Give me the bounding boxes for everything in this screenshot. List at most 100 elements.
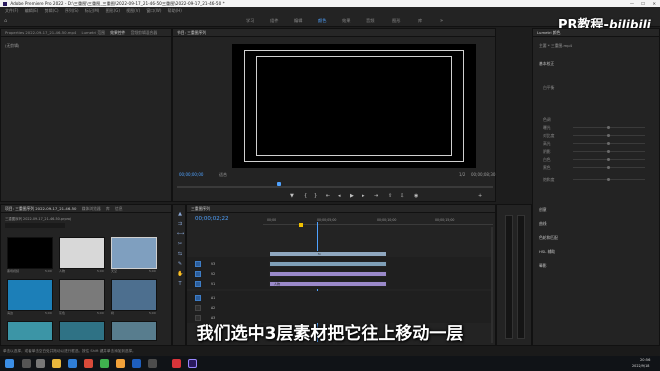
timeline-ruler[interactable] [263, 224, 493, 225]
project-item-thumb[interactable] [7, 321, 53, 341]
close-button[interactable]: ✕ [652, 0, 656, 7]
playhead-marker[interactable] [277, 182, 281, 186]
track-target-toggle[interactable] [195, 305, 201, 311]
track-target-toggle[interactable] [195, 271, 201, 277]
menu-item-sequence[interactable]: 序列(S) [65, 8, 79, 13]
search-icon[interactable] [22, 359, 31, 368]
mark-in-icon[interactable]: { [304, 193, 307, 199]
start-icon[interactable] [5, 359, 14, 368]
project-item-thumb[interactable] [7, 237, 53, 269]
step-back-icon[interactable]: ◂ [338, 193, 341, 199]
section-color-wheels[interactable]: 色轮和匹配 [539, 235, 558, 241]
fit-dropdown[interactable]: 适合 [219, 172, 227, 178]
pen-tool-icon[interactable]: ✎ [177, 261, 183, 267]
workspace-tab-audio[interactable]: 音频 [366, 18, 374, 24]
app-icon[interactable] [100, 359, 109, 368]
go-to-out-icon[interactable]: ⇥ [374, 193, 378, 199]
tab-program[interactable]: 节目: 三重图序列 [177, 30, 206, 35]
track-target-toggle[interactable] [195, 295, 201, 301]
app-icon[interactable] [148, 359, 157, 368]
step-forward-icon[interactable]: ▸ [362, 193, 365, 199]
clip-v2-selected[interactable] [269, 261, 387, 267]
maximize-button[interactable]: ☐ [641, 0, 645, 7]
lumetri-clip-label[interactable]: 主要 * 三重图.mp4 [539, 43, 572, 49]
workspace-tab-learn[interactable]: 学习 [246, 18, 254, 24]
mark-out-icon[interactable]: } [314, 193, 317, 199]
playhead-scrubber[interactable] [177, 186, 493, 188]
tab-sequence[interactable]: 三重图序列 [191, 206, 210, 211]
menu-item-edit[interactable]: 编辑(E) [25, 8, 39, 13]
add-button-icon[interactable]: + [478, 193, 482, 199]
tab-media-browser[interactable]: 媒体浏览器 [82, 206, 101, 211]
workspace-tab-graphics[interactable]: 图形 [392, 18, 400, 24]
tab-lumetri-scopes[interactable]: Lumetri 范围 [82, 30, 105, 35]
app-icon[interactable] [172, 359, 181, 368]
hand-tool-icon[interactable]: ✋ [177, 271, 183, 277]
highlights-knob[interactable] [607, 142, 610, 145]
minimize-button[interactable]: — [630, 0, 634, 7]
export-frame-icon[interactable]: ◉ [414, 193, 418, 199]
clip-v3-selected[interactable]: fx [269, 251, 387, 257]
project-item-thumb[interactable] [111, 237, 157, 269]
timeline-timecode[interactable]: 00;00;02;22 [195, 216, 229, 222]
track-target-toggle[interactable] [195, 281, 201, 287]
project-search-input[interactable] [5, 223, 65, 228]
blacks-knob[interactable] [607, 166, 610, 169]
workspace-tab-assembly[interactable]: 组件 [270, 18, 278, 24]
contrast-knob[interactable] [607, 134, 610, 137]
app-icon[interactable] [132, 359, 141, 368]
workspace-tab-libraries[interactable]: 库 [418, 18, 422, 24]
resolution-dropdown[interactable]: 1/2 [459, 172, 465, 177]
project-item-thumb[interactable] [59, 237, 105, 269]
saturation-knob[interactable] [607, 178, 610, 181]
menu-item-window[interactable]: 窗口(W) [146, 8, 161, 13]
workspace-menu-icon[interactable]: » [440, 18, 443, 24]
tab-libraries[interactable]: 库 [106, 206, 110, 211]
work-area-marker[interactable] [299, 223, 303, 227]
go-to-in-icon[interactable]: ⇤ [326, 193, 330, 199]
project-item-thumb[interactable] [59, 321, 105, 341]
tab-properties[interactable]: Properties 2022-09-17_21-46-50.mp4 [5, 30, 76, 35]
menu-item-view[interactable]: 视图(V) [126, 8, 140, 13]
type-tool-icon[interactable]: T [177, 281, 183, 287]
project-item-thumb[interactable] [111, 279, 157, 311]
browser-icon[interactable] [68, 359, 77, 368]
whites-knob[interactable] [607, 158, 610, 161]
menu-item-file[interactable]: 文件(F) [5, 8, 18, 13]
premiere-pro-icon[interactable] [188, 359, 197, 368]
section-creative[interactable]: 创意 [539, 207, 547, 213]
lift-icon[interactable]: ⇪ [388, 193, 392, 199]
workspace-tab-edit[interactable]: 编辑 [294, 18, 302, 24]
menu-item-help[interactable]: 帮助(H) [168, 8, 182, 13]
tab-lumetri-color[interactable]: Lumetri 颜色 [537, 30, 560, 35]
menu-item-graphics[interactable]: 图形(G) [106, 8, 120, 13]
home-icon[interactable]: ⌂ [4, 18, 7, 24]
section-vignette[interactable]: 晕影 [539, 263, 547, 269]
selection-tool-icon[interactable]: ▲ [177, 211, 183, 217]
play-icon[interactable]: ▶ [350, 193, 354, 199]
extract-icon[interactable]: ⇩ [400, 193, 404, 199]
clip-v1-selected[interactable] [269, 271, 387, 277]
tab-project[interactable]: 项目: 三重图序列 2022-09-17_21-46-50 [5, 206, 76, 211]
workspace-tab-color[interactable]: 颜色 [318, 18, 326, 24]
track-select-tool-icon[interactable]: ⇉ [177, 221, 183, 227]
tab-info[interactable]: 信息 [115, 206, 123, 211]
clip-v1[interactable]: 人物 [269, 281, 387, 287]
add-marker-icon[interactable]: ▼ [290, 193, 294, 199]
task-view-icon[interactable] [36, 359, 45, 368]
shadows-knob[interactable] [607, 150, 610, 153]
slip-tool-icon[interactable]: ⇆ [177, 251, 183, 257]
section-basic-correction[interactable]: 基本校正 [539, 61, 554, 67]
razor-tool-icon[interactable]: ✂ [177, 241, 183, 247]
workspace-tab-effects[interactable]: 效果 [342, 18, 350, 24]
app-icon[interactable] [116, 359, 125, 368]
ripple-edit-tool-icon[interactable]: ⟷ [177, 231, 184, 237]
exposure-knob[interactable] [607, 126, 610, 129]
app-icon[interactable] [84, 359, 93, 368]
menu-item-clip[interactable]: 剪辑(C) [45, 8, 59, 13]
menu-item-marker[interactable]: 标记(M) [85, 8, 100, 13]
file-explorer-icon[interactable] [52, 359, 61, 368]
section-hsl-secondary[interactable]: HSL 辅助 [539, 249, 555, 255]
track-target-toggle[interactable] [195, 261, 201, 267]
tab-audio-clip-mixer[interactable]: 音频剪辑混合器 [131, 30, 158, 35]
